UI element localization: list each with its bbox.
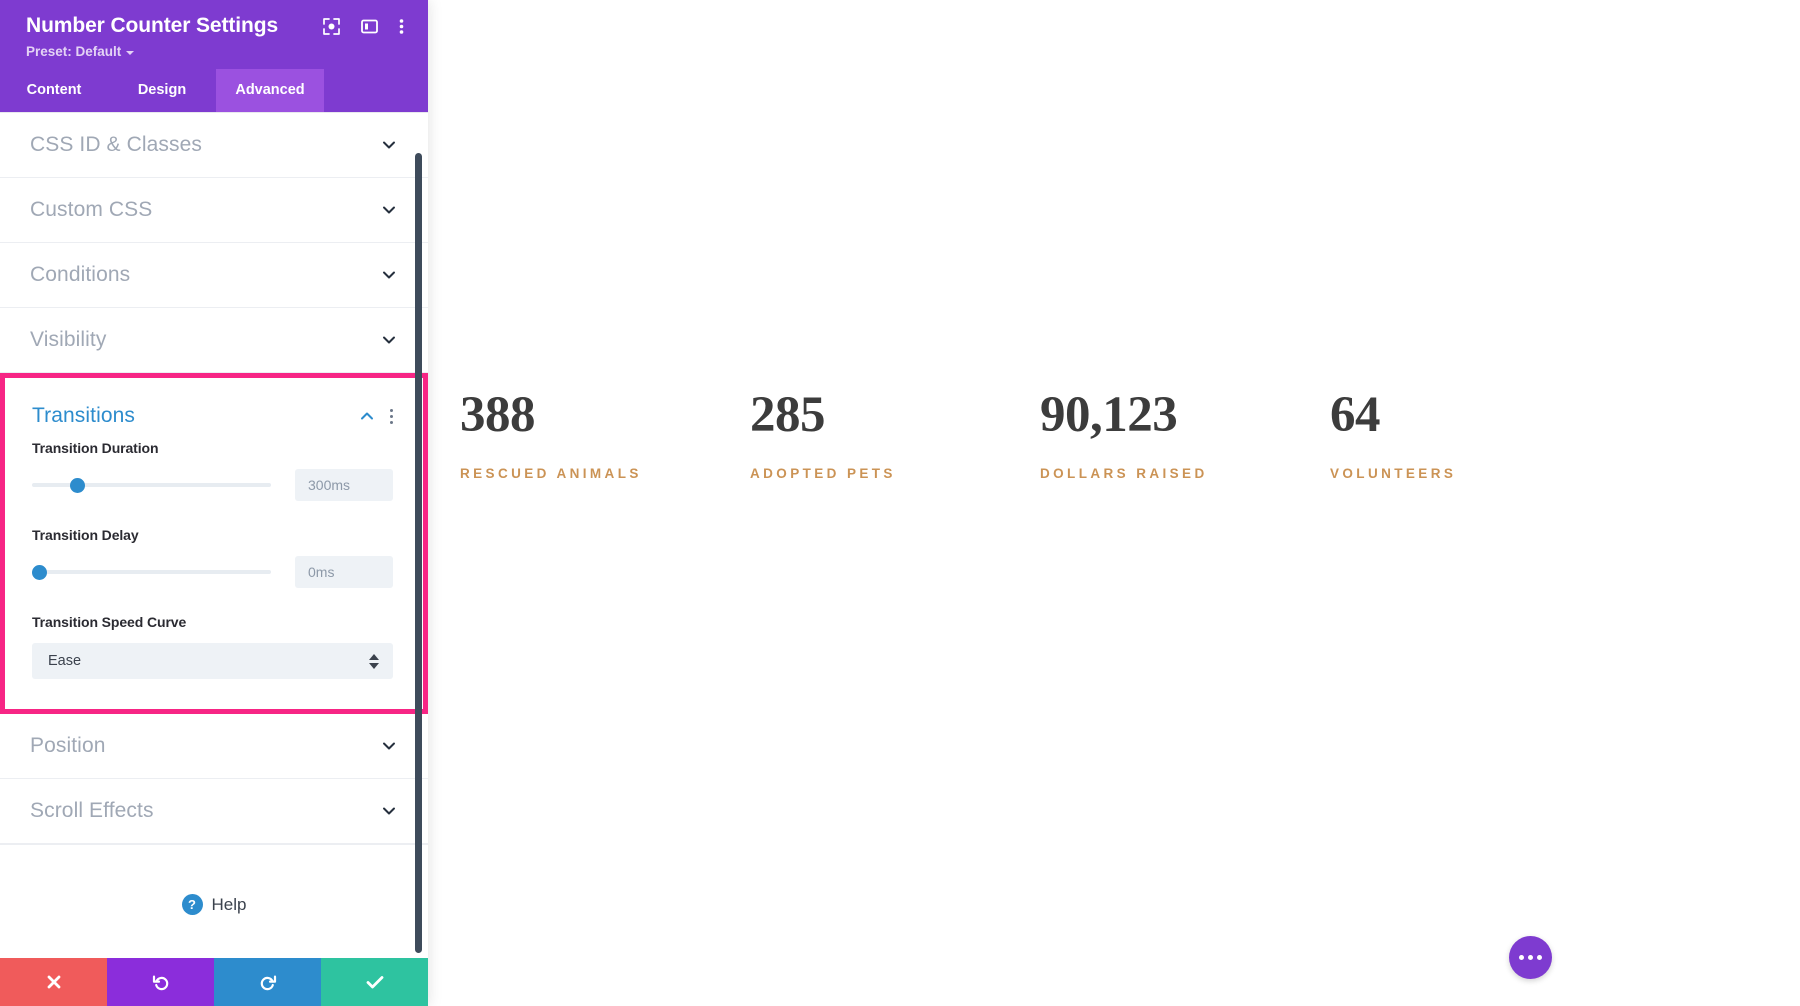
counter-item[interactable]: 285 ADOPTED PETS (750, 387, 1040, 482)
page-settings-fab[interactable] (1509, 936, 1552, 979)
chevron-down-icon (383, 807, 395, 815)
chevron-down-icon (383, 271, 395, 279)
section-label: Position (30, 734, 106, 758)
ellipsis-icon (1537, 955, 1542, 960)
chevron-down-icon (383, 742, 395, 750)
more-vertical-icon[interactable] (399, 18, 404, 35)
section-label: Transitions (32, 404, 136, 428)
spinner-icon (369, 653, 379, 669)
ellipsis-icon (1528, 955, 1533, 960)
sidebar-item-position[interactable]: Position (0, 714, 428, 780)
app-screen: Number Counter Settings Preset: Default … (0, 0, 1800, 1006)
panel-scrollbar-track[interactable] (415, 113, 425, 958)
counter-label: VOLUNTEERS (1330, 466, 1457, 481)
chevron-down-icon (126, 50, 135, 55)
section-options-icon[interactable] (390, 408, 393, 424)
sidebar-item-visibility[interactable]: Visibility (0, 308, 428, 374)
chevron-down-icon (383, 141, 395, 149)
module-settings-panel: Number Counter Settings Preset: Default … (0, 0, 428, 1006)
counter-label: DOLLARS RAISED (1040, 466, 1208, 481)
number-counter-row: 388 RESCUED ANIMALS 285 ADOPTED PETS 90,… (460, 387, 1760, 482)
section-label: Visibility (30, 328, 107, 352)
section-label: Scroll Effects (30, 799, 154, 823)
redo-icon (260, 975, 276, 991)
counter-item[interactable]: 90,123 DOLLARS RAISED (1040, 387, 1330, 482)
transition-delay-label: Transition Delay (32, 527, 139, 544)
cancel-button[interactable] (0, 958, 107, 1006)
sidebar-item-scroll-effects[interactable]: Scroll Effects (0, 779, 428, 845)
section-label: Conditions (30, 263, 131, 287)
help-label: Help (211, 894, 247, 914)
section-label: Custom CSS (30, 198, 153, 222)
counter-item[interactable]: 64 VOLUNTEERS (1330, 387, 1620, 482)
transition-duration-field: Transition Duration 300ms (0, 440, 423, 502)
sidebar-item-conditions[interactable]: Conditions (0, 243, 428, 309)
counter-number: 285 (750, 387, 826, 443)
sidebar-item-css-id-classes[interactable]: CSS ID & Classes (0, 113, 428, 179)
panel-scroll-body: CSS ID & Classes Custom CSS Conditions V… (0, 112, 428, 958)
help-link[interactable]: ? Help (181, 894, 247, 916)
preset-label: Preset: Default (26, 44, 122, 60)
slider-rail (32, 483, 271, 488)
panel-header-actions (323, 17, 408, 35)
panel-tabs: Content Design Advanced (0, 69, 428, 113)
transition-duration-input[interactable]: 300ms (295, 469, 393, 502)
counter-number: 388 (460, 387, 536, 443)
focus-icon[interactable] (323, 17, 340, 35)
counter-label: ADOPTED PETS (750, 466, 896, 481)
transition-speed-curve-select[interactable]: Ease (32, 643, 393, 680)
transition-delay-input[interactable]: 0ms (295, 556, 393, 589)
counter-number: 64 (1330, 387, 1381, 443)
transition-delay-field: Transition Delay 0ms (0, 527, 423, 589)
panel-scrollbar-thumb[interactable] (415, 153, 422, 954)
transition-delay-slider[interactable] (32, 563, 271, 581)
section-label: CSS ID & Classes (30, 133, 202, 157)
slider-handle[interactable] (32, 565, 47, 581)
check-icon (366, 976, 383, 989)
counter-label: RESCUED ANIMALS (460, 466, 642, 481)
page-title: Number Counter Settings (26, 14, 279, 37)
tab-advanced[interactable]: Advanced (216, 69, 324, 113)
counter-number: 90,123 (1040, 387, 1178, 443)
sidebar-item-custom-css[interactable]: Custom CSS (0, 178, 428, 244)
page-preview-canvas: 388 RESCUED ANIMALS 285 ADOPTED PETS 90,… (428, 0, 1800, 1006)
preset-selector[interactable]: Preset: Default (26, 44, 408, 59)
transition-speed-curve-field: Transition Speed Curve Ease (0, 614, 423, 680)
split-view-icon[interactable] (361, 18, 378, 35)
slider-rail (32, 570, 271, 575)
close-icon (47, 975, 60, 989)
undo-icon (152, 975, 168, 991)
help-zone: ? Help (0, 844, 428, 958)
ellipsis-icon (1519, 955, 1524, 960)
transition-duration-label: Transition Duration (32, 440, 159, 457)
tab-design[interactable]: Design (108, 69, 216, 112)
tab-content[interactable]: Content (0, 69, 108, 112)
chevron-up-icon[interactable] (358, 407, 376, 425)
counter-item[interactable]: 388 RESCUED ANIMALS (460, 387, 750, 482)
transition-speed-curve-label: Transition Speed Curve (32, 614, 187, 631)
redo-button[interactable] (214, 958, 321, 1006)
sidebar-item-transitions[interactable]: Transitions (0, 378, 423, 440)
transition-duration-slider[interactable] (32, 476, 271, 494)
slider-handle[interactable] (70, 478, 86, 494)
chevron-down-icon (383, 336, 395, 344)
save-button[interactable] (321, 958, 428, 1006)
panel-header: Number Counter Settings Preset: Default (0, 0, 428, 70)
panel-footer-actions (0, 958, 428, 1006)
chevron-down-icon (383, 206, 395, 214)
question-mark-icon: ? (181, 894, 203, 916)
undo-button[interactable] (107, 958, 214, 1006)
transitions-section-highlight: Transitions Transition Duration 300ms Tr… (0, 373, 428, 715)
select-value: Ease (48, 653, 82, 670)
